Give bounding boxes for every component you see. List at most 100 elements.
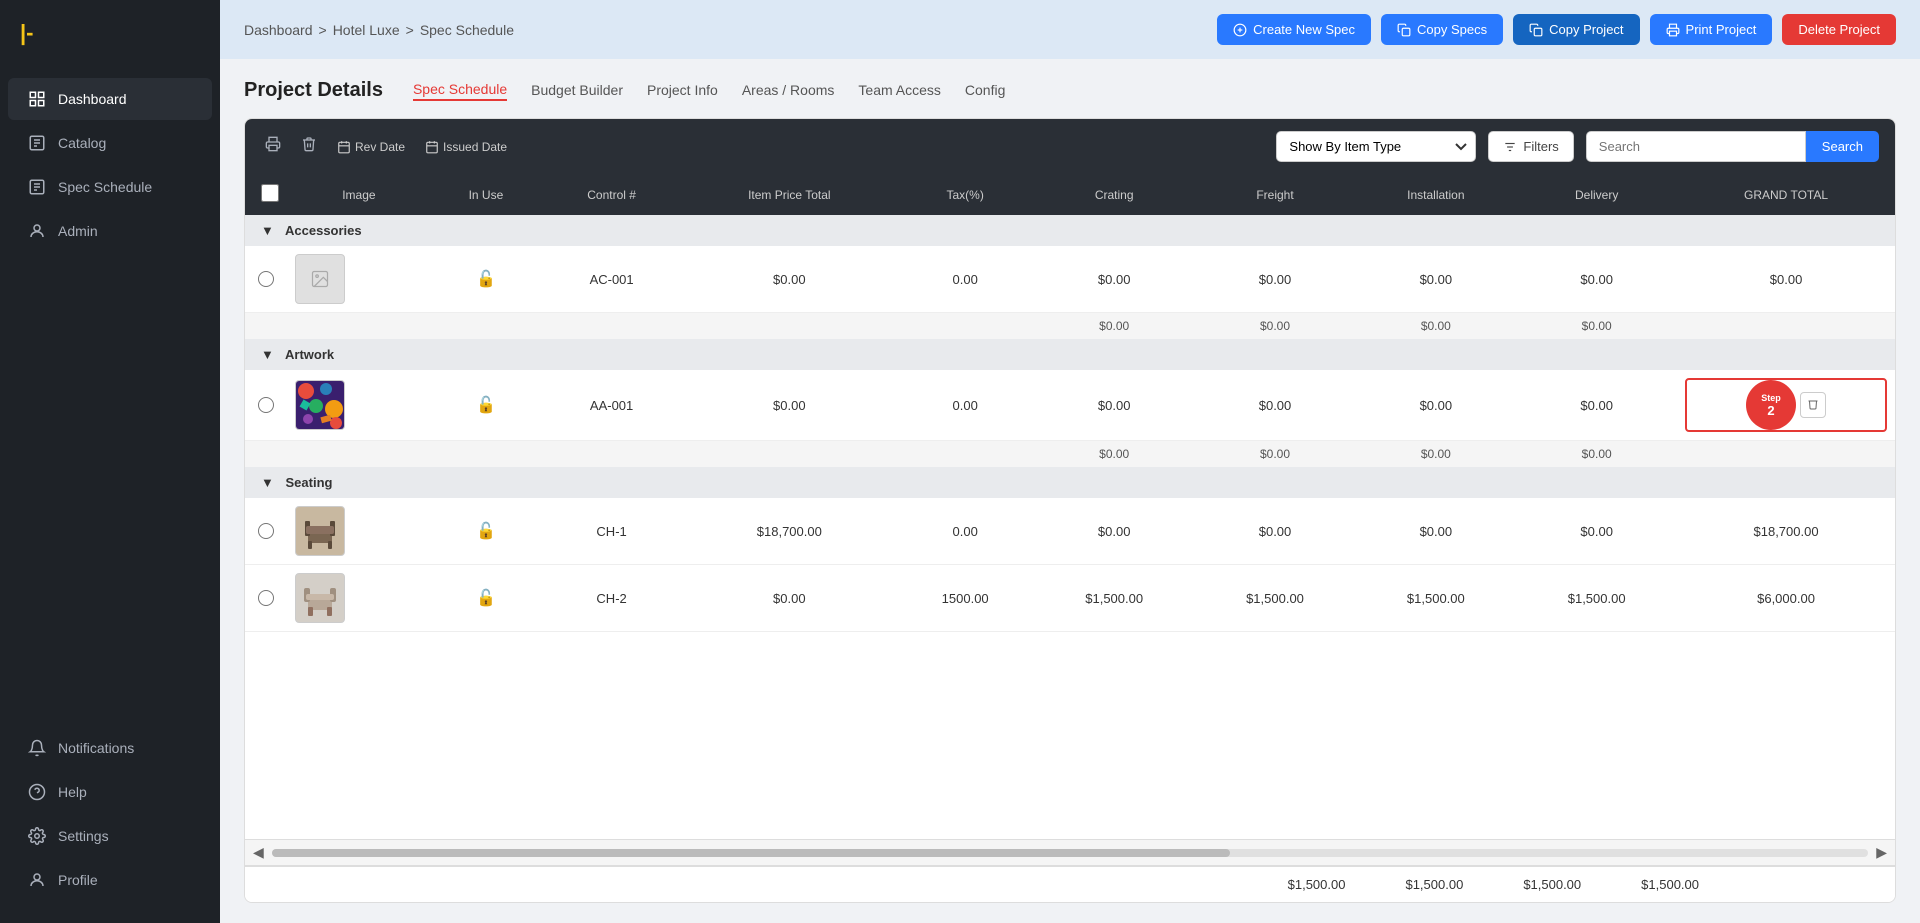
row-crating-cell: $1,500.00 (1034, 565, 1195, 632)
collapse-artwork-icon[interactable]: ▼ (261, 347, 274, 362)
topbar-actions: Create New Spec Copy Specs Copy Project … (1217, 14, 1896, 45)
row-in-use-cell[interactable]: 🔓 (431, 370, 541, 441)
row-delivery-cell: $0.00 (1516, 370, 1677, 441)
tab-team-access[interactable]: Team Access (858, 82, 940, 100)
row-radio[interactable] (258, 590, 274, 606)
delivery-col-header: Delivery (1516, 174, 1677, 215)
tab-spec-schedule[interactable]: Spec Schedule (413, 81, 507, 101)
trash-toolbar-icon[interactable] (297, 132, 321, 161)
total-crating: $1,500.00 (1288, 877, 1346, 892)
lock-icon[interactable]: 🔓 (476, 523, 496, 540)
row-grand-total-cell: $0.00 (1677, 246, 1895, 313)
row-tax-cell: 1500.00 (897, 565, 1034, 632)
copy-project-button[interactable]: Copy Project (1513, 14, 1639, 45)
sidebar-item-notifications[interactable]: Notifications (8, 727, 212, 769)
row-freight-cell: $0.00 (1195, 498, 1356, 565)
row-checkbox-cell[interactable] (245, 246, 287, 313)
collapse-seating-icon[interactable]: ▼ (261, 475, 274, 490)
spec-schedule-icon (28, 178, 46, 196)
row-in-use-cell[interactable]: 🔓 (431, 498, 541, 565)
seating-label: Seating (286, 475, 333, 490)
image-placeholder (295, 254, 345, 304)
row-crating-cell: $0.00 (1034, 370, 1195, 441)
row-delivery-cell: $0.00 (1516, 246, 1677, 313)
sidebar-item-admin[interactable]: Admin (8, 210, 212, 252)
copy-specs-button[interactable]: Copy Specs (1381, 14, 1503, 45)
sidebar-item-spec-schedule[interactable]: Spec Schedule (8, 166, 212, 208)
create-new-spec-button[interactable]: Create New Spec (1217, 14, 1371, 45)
sidebar: |- Dashboard Catalog Spec Schedule Admin (0, 0, 220, 923)
row-item-price-cell: $18,700.00 (682, 498, 897, 565)
row-in-use-cell[interactable]: 🔓 (431, 246, 541, 313)
row-control-cell: AC-001 (541, 246, 682, 313)
collapse-accessories-icon[interactable]: ▼ (261, 223, 274, 238)
tab-areas-rooms[interactable]: Areas / Rooms (742, 82, 835, 100)
search-button[interactable]: Search (1806, 131, 1879, 162)
row-radio[interactable] (258, 397, 274, 413)
step2-cell: Step 2 (1685, 378, 1887, 432)
delete-project-button[interactable]: Delete Project (1782, 14, 1896, 45)
chair1-image (295, 506, 345, 556)
row-checkbox-cell[interactable] (245, 498, 287, 565)
row-item-price-cell: $0.00 (682, 246, 897, 313)
sidebar-item-settings[interactable]: Settings (8, 815, 212, 857)
step2-badge: Step 2 (1746, 380, 1796, 430)
row-image-cell (287, 498, 431, 565)
search-input[interactable] (1586, 131, 1806, 162)
breadcrumb-project[interactable]: Hotel Luxe (333, 22, 400, 38)
image-col-header: Image (287, 174, 431, 215)
admin-icon (28, 222, 46, 240)
sidebar-item-help[interactable]: Help (8, 771, 212, 813)
delete-row-button[interactable] (1800, 392, 1826, 418)
sidebar-label-settings: Settings (58, 828, 109, 844)
section-seating: ▼ Seating (245, 467, 1895, 498)
table-row: 🔓 AC-001 $0.00 0.00 $0.00 $0.00 $0.00 $0… (245, 246, 1895, 313)
tax-col-header: Tax(%) (897, 174, 1034, 215)
print-project-button[interactable]: Print Project (1650, 14, 1773, 45)
sidebar-item-profile[interactable]: Profile (8, 859, 212, 901)
lock-icon[interactable]: 🔓 (476, 271, 496, 288)
subtotal-delivery: $0.00 (1516, 313, 1677, 340)
sidebar-item-dashboard[interactable]: Dashboard (8, 78, 212, 120)
lock-icon[interactable]: 🔓 (476, 397, 496, 414)
row-delivery-cell: $1,500.00 (1516, 565, 1677, 632)
tab-budget-builder[interactable]: Budget Builder (531, 82, 623, 100)
filters-button[interactable]: Filters (1488, 131, 1573, 162)
row-control-cell: CH-1 (541, 498, 682, 565)
sidebar-label-catalog: Catalog (58, 135, 106, 151)
scroll-right-arrow[interactable]: ▶ (1876, 844, 1887, 861)
row-crating-cell: $0.00 (1034, 498, 1195, 565)
table-scroll[interactable]: Image In Use Control # Item Price Total … (245, 174, 1895, 839)
artwork-label: Artwork (285, 347, 334, 362)
print-toolbar-icon[interactable] (261, 132, 285, 161)
row-image-cell (287, 370, 431, 441)
row-in-use-cell[interactable]: 🔓 (431, 565, 541, 632)
row-delivery-cell: $0.00 (1516, 498, 1677, 565)
row-control-cell: AA-001 (541, 370, 682, 441)
logo: |- (0, 0, 220, 66)
tab-config[interactable]: Config (965, 82, 1005, 100)
sidebar-item-catalog[interactable]: Catalog (8, 122, 212, 164)
select-all-checkbox[interactable] (261, 184, 279, 202)
row-checkbox-cell[interactable] (245, 370, 287, 441)
subtotal-crating: $0.00 (1034, 313, 1195, 340)
breadcrumb: Dashboard > Hotel Luxe > Spec Schedule (244, 22, 514, 38)
row-radio[interactable] (258, 523, 274, 539)
subtotal-delivery: $0.00 (1516, 441, 1677, 468)
subtotal-row-artwork: $0.00 $0.00 $0.00 $0.00 (245, 441, 1895, 468)
row-checkbox-cell[interactable] (245, 565, 287, 632)
issued-date-icon[interactable]: Issued Date (421, 136, 511, 158)
breadcrumb-dashboard[interactable]: Dashboard (244, 22, 313, 38)
checkbox-header[interactable] (245, 174, 287, 215)
row-radio[interactable] (258, 271, 274, 287)
breadcrumb-page: Spec Schedule (420, 22, 514, 38)
rev-date-icon[interactable]: Rev Date (333, 136, 409, 158)
profile-icon (28, 871, 46, 889)
totals-bar: $1,500.00 $1,500.00 $1,500.00 $1,500.00 (245, 865, 1895, 902)
total-delivery: $1,500.00 (1641, 877, 1699, 892)
scroll-left-arrow[interactable]: ◀ (253, 844, 264, 861)
row-item-price-cell: $0.00 (682, 370, 897, 441)
tab-project-info[interactable]: Project Info (647, 82, 718, 100)
show-by-select[interactable]: Show By Item Type Show By Room Show By A… (1276, 131, 1476, 162)
lock-icon[interactable]: 🔓 (476, 590, 496, 607)
